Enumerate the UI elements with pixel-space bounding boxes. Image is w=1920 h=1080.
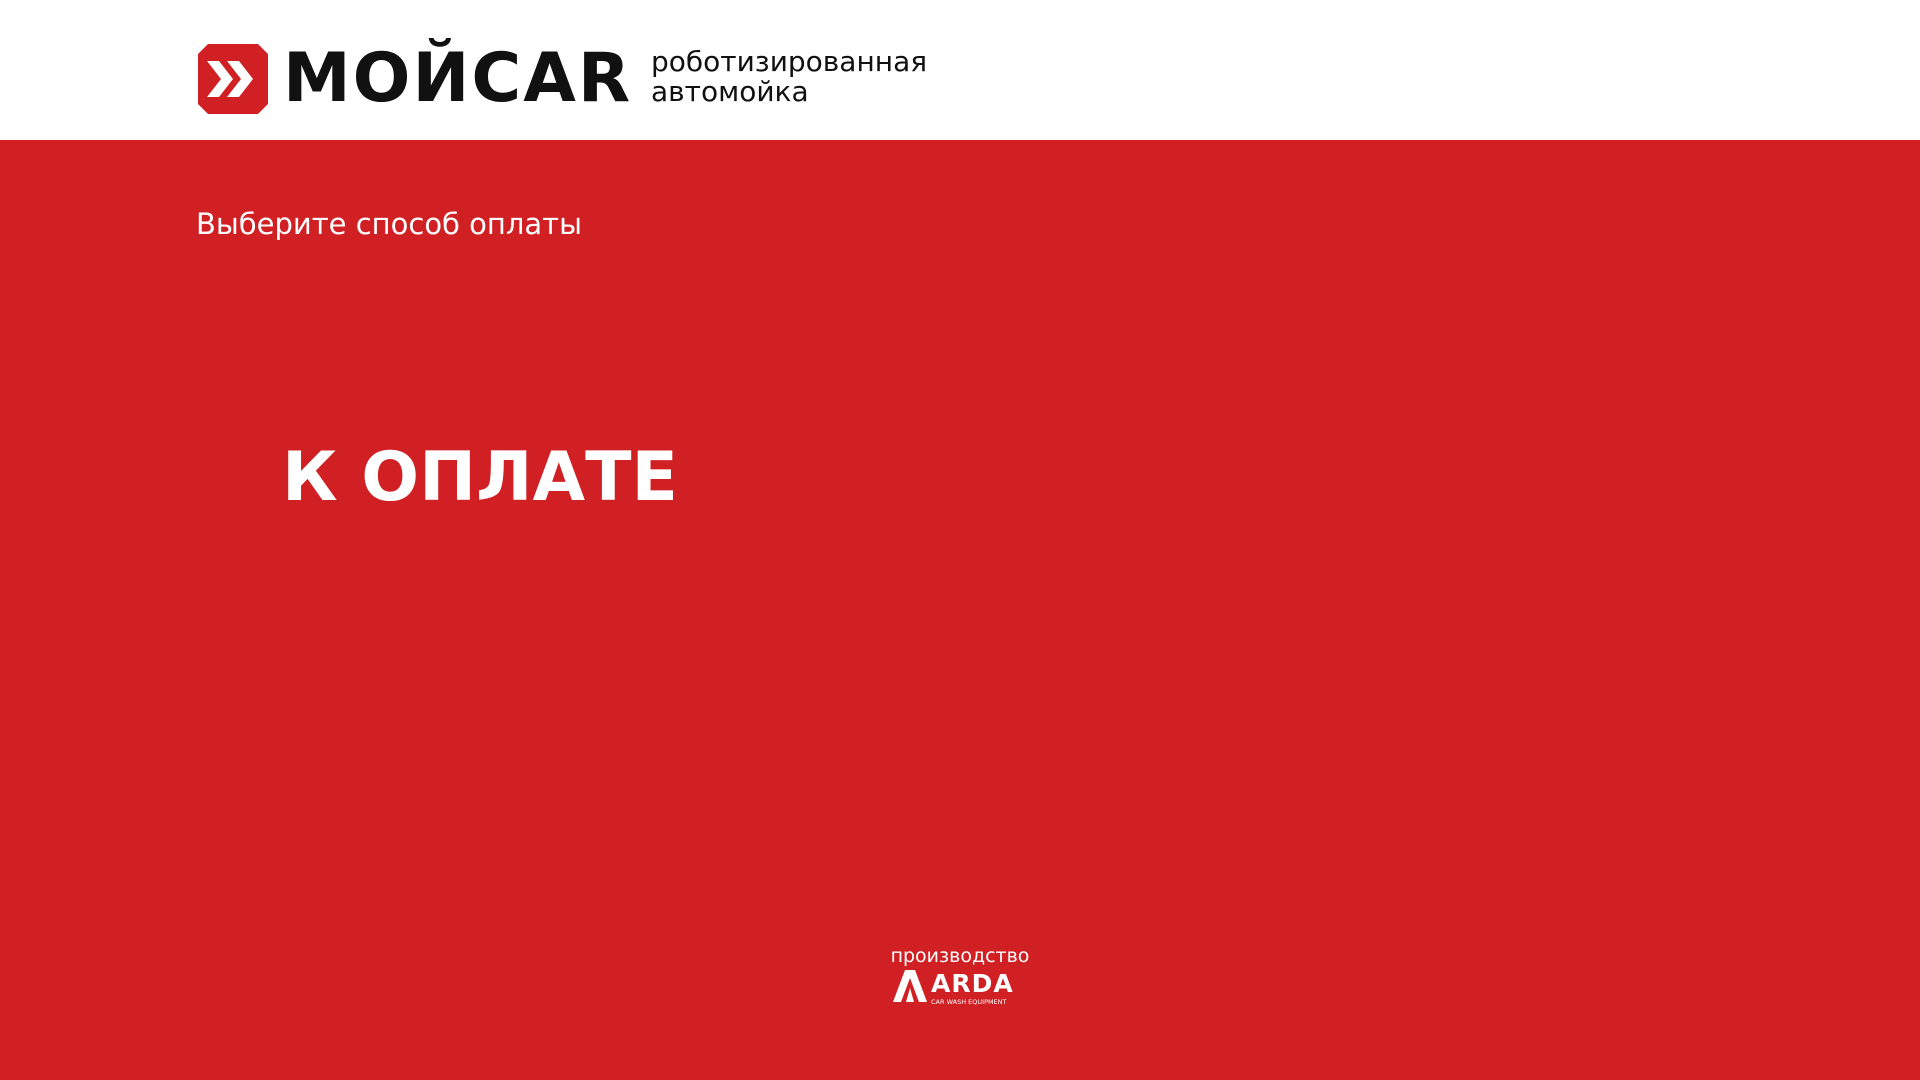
- footer-manufacturer: производство ARDA CAR WASH EQUIPMENT: [880, 944, 1040, 1006]
- double-chevron-right-icon: [198, 44, 268, 114]
- arda-tagline: CAR WASH EQUIPMENT: [931, 998, 1007, 1006]
- brand-wordmark: МОЙCAR: [283, 39, 633, 118]
- amount-due-label: К ОПЛАТЕ: [282, 438, 678, 517]
- page-subtitle: Выберите способ оплаты: [196, 207, 582, 241]
- arda-logo: ARDA CAR WASH EQUIPMENT: [893, 970, 1027, 1006]
- arda-wordmark: ARDA: [931, 969, 1014, 998]
- brand-tagline: роботизированная автомойка: [651, 47, 927, 107]
- brand-tagline-line2: автомойка: [651, 75, 809, 108]
- arda-logo-icon: [893, 970, 927, 1002]
- header: МОЙCAR роботизированная автомойка: [0, 0, 1920, 140]
- footer-caption: производство: [890, 945, 1030, 967]
- brand-tagline-line1: роботизированная: [651, 45, 928, 78]
